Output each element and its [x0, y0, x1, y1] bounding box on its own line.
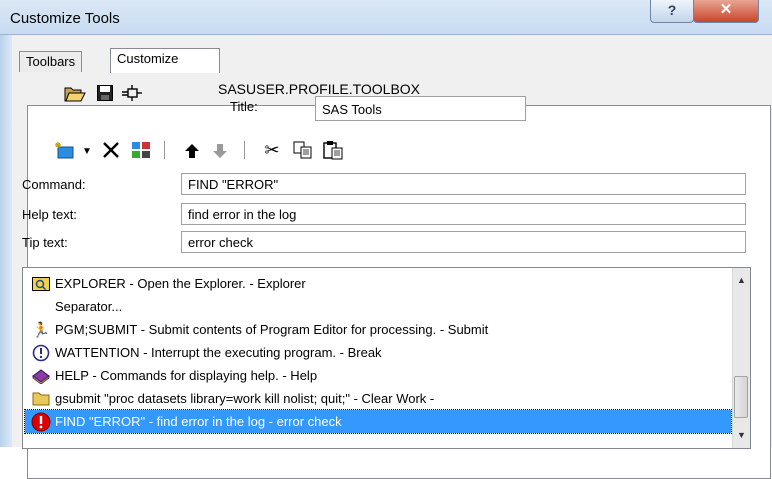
- attention-icon: [31, 343, 51, 363]
- tab-customize[interactable]: Customize: [110, 48, 220, 73]
- scroll-thumb[interactable]: [734, 376, 748, 418]
- list-item[interactable]: EXPLORER - Open the Explorer. - Explorer: [31, 272, 509, 295]
- list-item-label: PGM;SUBMIT - Submit contents of Program …: [55, 322, 489, 337]
- add-tool-icon[interactable]: [54, 141, 76, 161]
- list-item[interactable]: HELP - Commands for displaying help. - H…: [31, 364, 509, 387]
- help-text-input[interactable]: find error in the log: [181, 203, 746, 225]
- list-item-label: Separator...: [55, 299, 123, 314]
- list-item[interactable]: Separator...: [31, 295, 509, 318]
- running-man-icon: 🏃: [31, 321, 51, 339]
- dropdown-arrow-icon[interactable]: ▼: [80, 143, 94, 159]
- delete-icon[interactable]: [100, 139, 122, 161]
- title-input[interactable]: SAS Tools: [315, 96, 526, 121]
- list-item-label: HELP - Commands for displaying help. - H…: [55, 368, 318, 383]
- cut-icon[interactable]: ✂: [262, 139, 282, 161]
- list-item-selected[interactable]: FIND "ERROR" - find error in the log - e…: [24, 409, 732, 434]
- command-input[interactable]: FIND "ERROR": [181, 173, 746, 195]
- title-bar: Customize Tools ? ✕: [0, 0, 772, 35]
- list-scrollbar[interactable]: ▲ ▼: [732, 268, 750, 448]
- blank-icon: [31, 297, 51, 317]
- toolbar-separator: [164, 141, 165, 159]
- move-down-icon[interactable]: [210, 141, 230, 161]
- error-icon: [31, 412, 51, 432]
- window-frame-edge: [0, 35, 12, 447]
- list-item-label: EXPLORER - Open the Explorer. - Explorer: [55, 276, 306, 291]
- list-item-label: WATTENTION - Interrupt the executing pro…: [55, 345, 382, 360]
- tools-list[interactable]: EXPLORER - Open the Explorer. - Explorer…: [22, 267, 751, 449]
- help-button[interactable]: ?: [650, 0, 694, 23]
- list-item[interactable]: gsubmit "proc datasets library=work kill…: [31, 387, 509, 410]
- open-folder-icon[interactable]: [64, 83, 86, 103]
- title-label: Title:: [230, 99, 258, 114]
- list-item-label: FIND "ERROR" - find error in the log - e…: [55, 414, 342, 429]
- list-item[interactable]: WATTENTION - Interrupt the executing pro…: [31, 341, 509, 364]
- window-title: Customize Tools: [10, 10, 120, 27]
- tip-text-input[interactable]: error check: [181, 231, 746, 253]
- dialog-body: Toolbars Customize SASUSER.PROFILE.TOOLB…: [12, 35, 772, 479]
- explorer-icon: [31, 274, 51, 294]
- save-icon[interactable]: [96, 84, 114, 102]
- toolbar-separator: [244, 141, 245, 159]
- scroll-up-arrow-icon[interactable]: ▲: [733, 272, 750, 289]
- command-label: Command:: [22, 177, 86, 192]
- change-icon[interactable]: [130, 140, 152, 160]
- help-text-label: Help text:: [22, 207, 77, 222]
- list-item-label: gsubmit "proc datasets library=work kill…: [55, 391, 435, 406]
- paste-icon[interactable]: [322, 139, 344, 161]
- close-button[interactable]: ✕: [693, 0, 759, 23]
- folder-icon: [31, 389, 51, 409]
- list-item[interactable]: 🏃 PGM;SUBMIT - Submit contents of Progra…: [31, 318, 509, 341]
- scroll-down-arrow-icon[interactable]: ▼: [733, 427, 750, 444]
- tab-toolbars[interactable]: Toolbars: [19, 51, 83, 72]
- copy-icon[interactable]: [292, 140, 314, 160]
- help-book-icon: [31, 366, 51, 386]
- tip-text-label: Tip text:: [22, 235, 68, 250]
- custom-icon[interactable]: [120, 82, 144, 104]
- profile-name: SASUSER.PROFILE.TOOLBOX: [218, 81, 421, 97]
- move-up-icon[interactable]: [182, 141, 202, 161]
